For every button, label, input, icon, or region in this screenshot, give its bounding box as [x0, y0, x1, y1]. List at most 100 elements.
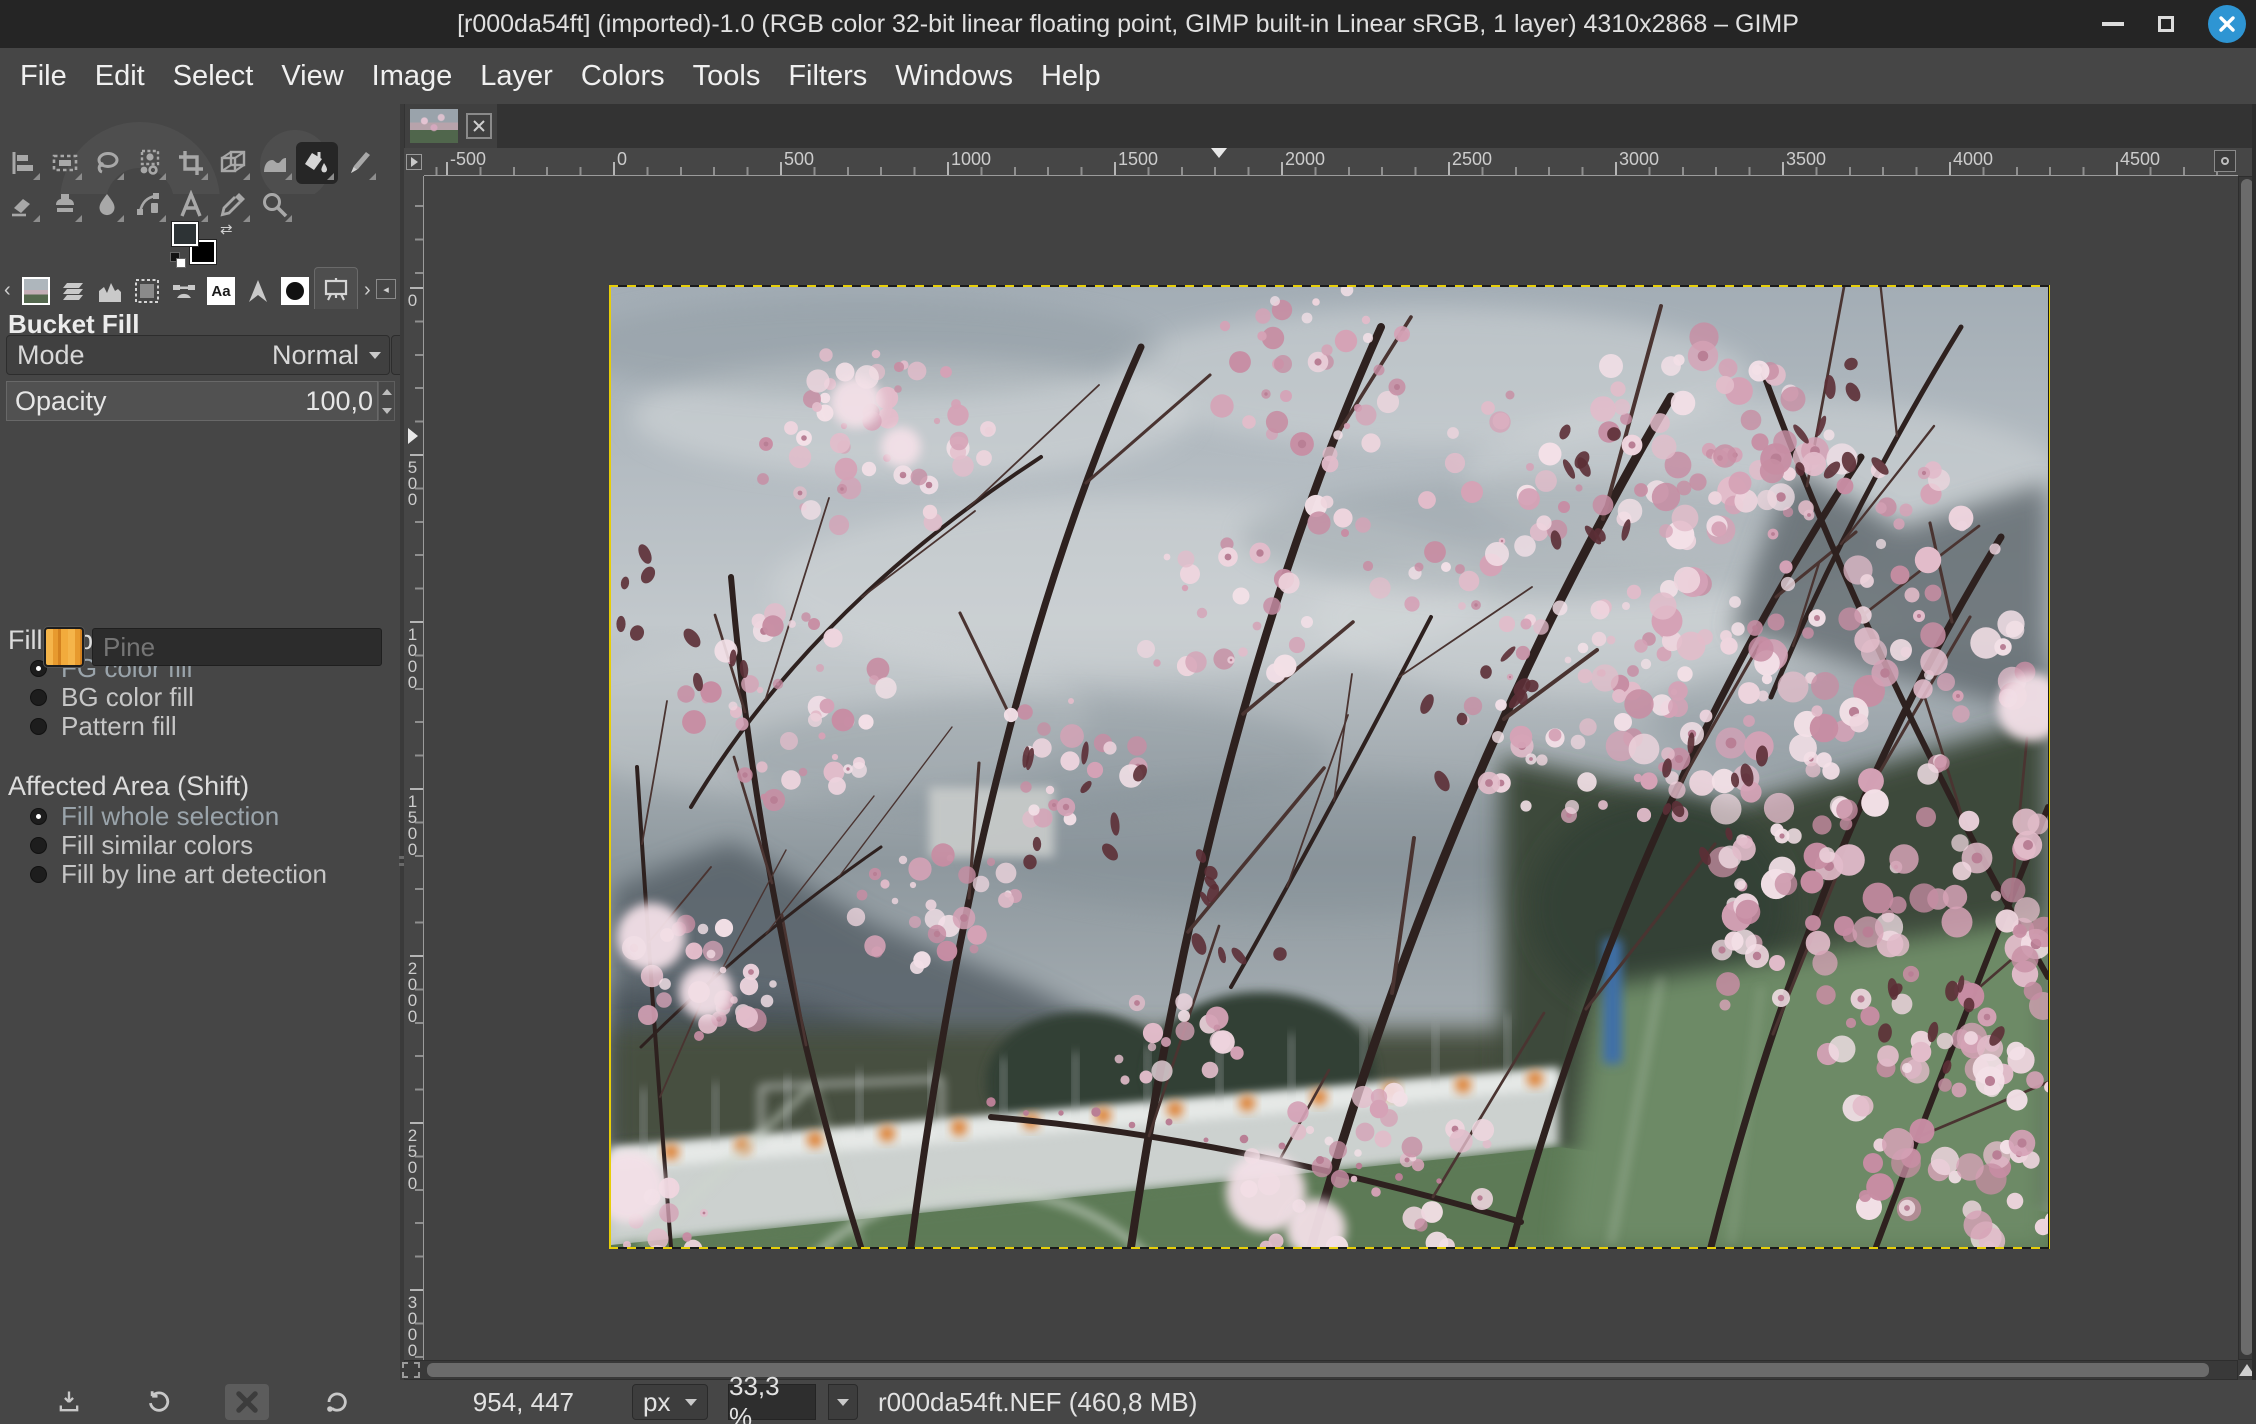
horizontal-scrollbar[interactable] [404, 1360, 2238, 1380]
pattern-name-field[interactable]: Pine [92, 628, 382, 666]
radio-icon[interactable] [30, 718, 47, 735]
crop-tool[interactable] [170, 142, 212, 184]
menubar: FileEditSelectViewImageLayerColorsToolsF… [0, 48, 2256, 104]
bottom-bar: 954, 447 px 33,3 % r000da54ft.NEF (460,8… [0, 1380, 2256, 1424]
align-tool[interactable] [2, 142, 44, 184]
clone-tool[interactable] [44, 184, 86, 226]
radio-icon[interactable] [30, 808, 47, 825]
paths-tool[interactable] [128, 184, 170, 226]
ruler-label: 0 [617, 149, 627, 170]
color-picker-tool[interactable] [212, 184, 254, 226]
ruler-tick [1615, 162, 1617, 175]
unit-dropdown[interactable]: px [632, 1384, 708, 1420]
opacity-slider[interactable]: Opacity 100,0 [6, 381, 378, 421]
ruler-tick [410, 955, 423, 957]
dockable-tabs: ‹ Aa ›◂ [0, 267, 400, 309]
radio-icon[interactable] [30, 837, 47, 854]
radio-pattern-fill[interactable]: Pattern fill [30, 711, 177, 742]
zoom-tool[interactable] [254, 184, 296, 226]
reset-tool-button[interactable] [314, 1384, 358, 1420]
image-viewport[interactable] [424, 176, 2238, 1360]
menu-windows[interactable]: Windows [881, 54, 1027, 99]
titlebar: [r000da54ft] (imported)-1.0 (RGB color 3… [0, 0, 2256, 48]
menu-edit[interactable]: Edit [81, 54, 159, 99]
tab-close-icon[interactable] [466, 113, 492, 139]
dock-tab-device-status[interactable] [166, 273, 202, 309]
delete-preset-button[interactable] [225, 1384, 269, 1420]
fg-color-swatch[interactable] [172, 222, 198, 246]
unified-transform-tool[interactable] [212, 142, 254, 184]
dock-tab-selection-editor[interactable] [129, 273, 165, 309]
minimize-icon[interactable] [2102, 22, 2124, 26]
radio-icon[interactable] [30, 689, 47, 706]
eraser-tool[interactable] [2, 184, 44, 226]
ruler-tick [410, 1289, 423, 1291]
canvas-area: -500 0 500 1000 1500 2000 2500 3000 3500… [404, 104, 2256, 1380]
radio-icon[interactable] [30, 866, 47, 883]
bucket-fill-tool[interactable] [296, 142, 338, 184]
tab-menu-icon[interactable]: ◂ [376, 279, 396, 299]
swap-colors-icon[interactable]: ⇄ [220, 220, 233, 238]
radio-fill-line-art[interactable]: Fill by line art detection [30, 859, 327, 890]
toolbox-dock: ⇄ ‹ Aa ›◂ Bucket Fill Mode Normal Opacity … [0, 104, 400, 1380]
ruler-label: 1500 [1118, 149, 1158, 170]
dock-tab-histogram[interactable] [92, 273, 128, 309]
radio-fill-similar-colors[interactable]: Fill similar colors [30, 830, 253, 861]
quick-mask-toggle[interactable] [402, 1362, 420, 1378]
tabs-scroll-right-icon[interactable]: › [364, 279, 371, 302]
ruler-tick [613, 162, 615, 175]
restore-preset-button[interactable] [136, 1384, 180, 1420]
rectangle-select-tool[interactable] [44, 142, 86, 184]
maximize-icon[interactable] [2158, 16, 2174, 32]
horizontal-ruler[interactable]: -500 0 500 1000 1500 2000 2500 3000 3500… [424, 148, 2238, 176]
dock-tab-brushes[interactable] [277, 273, 313, 309]
dock-tab-pointer[interactable] [240, 273, 276, 309]
free-select-tool[interactable] [86, 142, 128, 184]
menu-layer[interactable]: Layer [466, 54, 567, 99]
h-scroll-thumb[interactable] [427, 1363, 2209, 1377]
dock-tab-fonts[interactable]: Aa [203, 273, 239, 309]
ruler-tick [1448, 162, 1450, 175]
dock-tab-image-thumbnail[interactable] [18, 273, 54, 309]
ruler-label: 0 [405, 291, 419, 307]
save-preset-button[interactable] [47, 1384, 91, 1420]
menu-colors[interactable]: Colors [567, 54, 679, 99]
ruler-corner-button[interactable] [404, 148, 424, 176]
pattern-swatch[interactable] [44, 627, 84, 667]
warp-transform-tool[interactable] [254, 142, 296, 184]
toolbox [2, 142, 380, 226]
text-tool[interactable] [170, 184, 212, 226]
fuzzy-select-tool[interactable] [128, 142, 170, 184]
tool-options-panel: Bucket Fill Mode Normal Opacity 100,0 Fi… [0, 309, 400, 340]
image-tab[interactable] [405, 104, 497, 148]
default-colors-icon[interactable] [170, 252, 186, 268]
mode-value: Normal [272, 340, 359, 371]
menu-select[interactable]: Select [159, 54, 268, 99]
menu-file[interactable]: File [6, 54, 81, 99]
ruler-label: 500 [405, 458, 419, 506]
paintbrush-tool[interactable] [338, 142, 380, 184]
vertical-ruler[interactable]: 0 500 1000 1500 2000 2500 3000 [404, 176, 424, 1360]
smudge-tool[interactable] [86, 184, 128, 226]
pointer-x-marker [1211, 148, 1227, 158]
ruler-label: 1000 [951, 149, 991, 170]
tabs-scroll-left-icon[interactable]: ‹ [4, 279, 11, 302]
radio-fill-whole-selection[interactable]: Fill whole selection [30, 801, 279, 832]
close-icon[interactable] [2208, 5, 2246, 43]
opacity-spinner[interactable] [378, 381, 395, 421]
menu-image[interactable]: Image [358, 54, 467, 99]
ruler-tick [410, 454, 423, 456]
radio-bg-color-fill[interactable]: BG color fill [30, 682, 194, 713]
menu-help[interactable]: Help [1027, 54, 1115, 99]
dock-tab-layers[interactable] [55, 273, 91, 309]
menu-tools[interactable]: Tools [679, 54, 775, 99]
ruler-tick [1949, 162, 1951, 175]
dock-tab-tool-options[interactable] [314, 267, 358, 309]
menu-view[interactable]: View [267, 54, 357, 99]
zoom-value[interactable]: 33,3 % [728, 1384, 816, 1420]
zoom-follow-icon[interactable] [2214, 150, 2236, 172]
mode-dropdown[interactable]: Mode Normal [6, 335, 390, 375]
zoom-dropdown[interactable] [828, 1384, 858, 1420]
ruler-tick [1114, 162, 1116, 175]
menu-filters[interactable]: Filters [774, 54, 881, 99]
